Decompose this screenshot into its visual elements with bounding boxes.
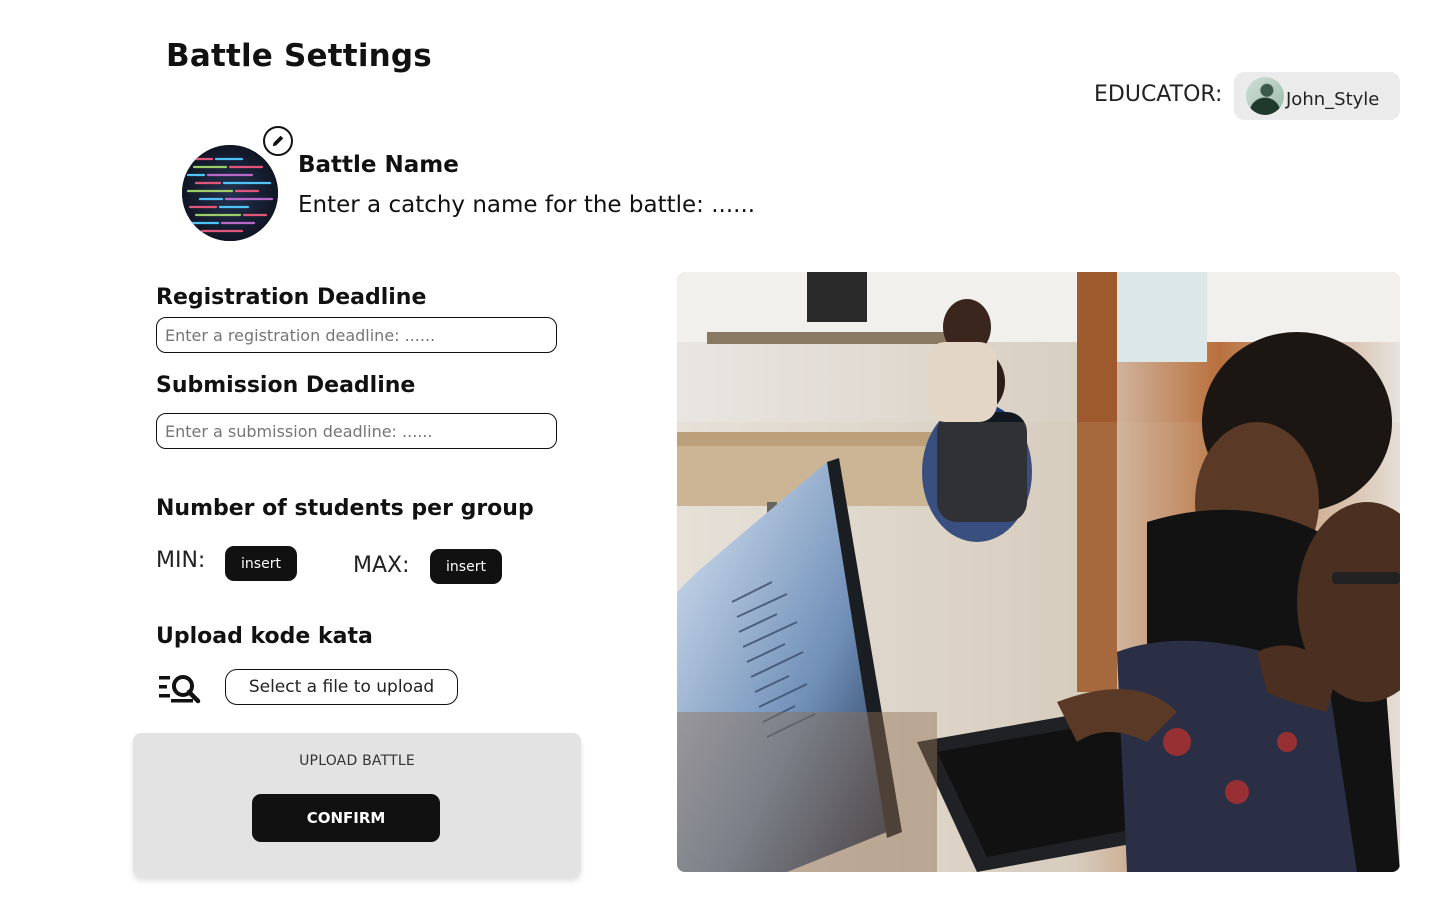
min-label: MIN: — [156, 548, 206, 573]
office-photo-illustration — [677, 272, 1400, 872]
battle-avatar[interactable] — [182, 145, 278, 241]
hero-photo — [677, 272, 1400, 872]
page-title: Battle Settings — [166, 38, 432, 74]
min-insert-button[interactable]: insert — [225, 546, 297, 581]
educator-chip[interactable]: John_Style — [1234, 72, 1400, 120]
upload-battle-title: UPLOAD BATTLE — [299, 753, 415, 769]
battle-name-label: Battle Name — [298, 152, 459, 178]
upload-battle-panel: UPLOAD BATTLE CONFIRM — [133, 733, 581, 877]
educator-label: EDUCATOR: — [1094, 82, 1223, 107]
registration-deadline-field[interactable] — [156, 317, 557, 353]
max-label: MAX: — [353, 553, 410, 578]
max-insert-button[interactable]: insert — [430, 549, 502, 584]
upload-kata-label: Upload kode kata — [156, 624, 373, 649]
registration-deadline-label: Registration Deadline — [156, 285, 427, 310]
battle-name-input[interactable]: Enter a catchy name for the battle: ....… — [298, 192, 755, 218]
code-thumbnail-image — [182, 145, 278, 241]
confirm-button[interactable]: CONFIRM — [252, 794, 440, 842]
submission-deadline-label: Submission Deadline — [156, 373, 416, 398]
educator-avatar — [1246, 77, 1284, 115]
submission-deadline-field[interactable] — [156, 413, 557, 449]
educator-username: John_Style — [1286, 88, 1380, 110]
group-size-label: Number of students per group — [156, 496, 534, 521]
select-file-button[interactable]: Select a file to upload — [225, 669, 458, 705]
edit-avatar-button[interactable] — [263, 126, 293, 156]
file-search-icon[interactable] — [157, 672, 203, 704]
pencil-icon — [272, 135, 284, 147]
